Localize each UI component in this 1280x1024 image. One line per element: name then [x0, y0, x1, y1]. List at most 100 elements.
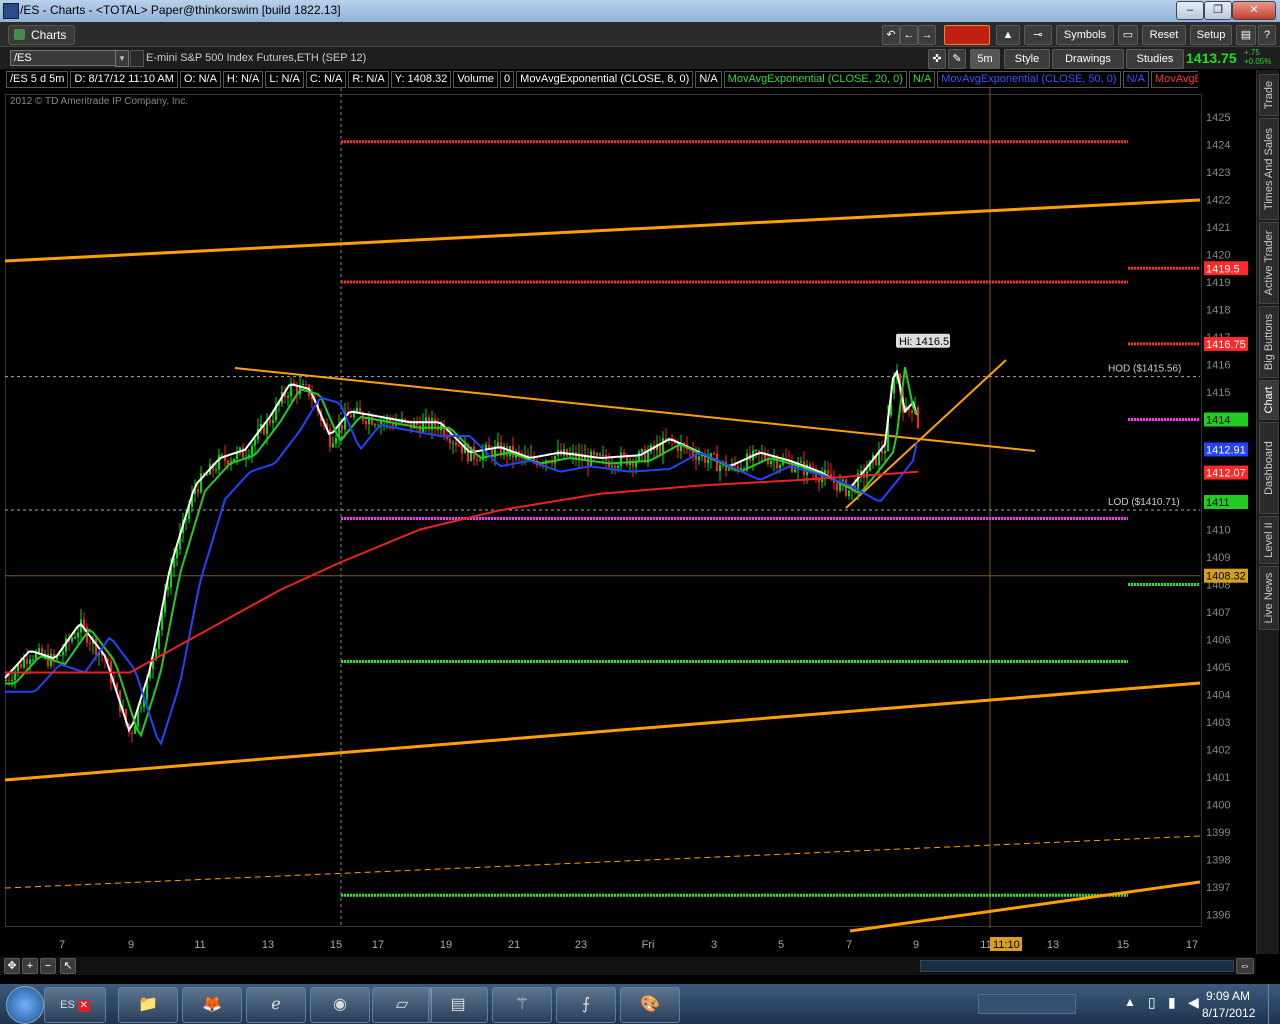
sticky-notes-icon[interactable]: ▱	[372, 987, 432, 1023]
zoom-in-icon[interactable]: +	[22, 958, 38, 974]
price-chart[interactable]: 1396139713981399140014011402140314041405…	[0, 88, 1256, 956]
sidebar-tab-big-buttons[interactable]: Big Buttons	[1259, 306, 1279, 378]
study-line-cell: MovAvgExponential	[1150, 71, 1198, 88]
candle-body	[638, 451, 640, 461]
document-app-icon[interactable]: ▤	[428, 987, 488, 1023]
thinkorswim-icon[interactable]: ⚚	[492, 987, 552, 1023]
candle-body	[617, 465, 619, 468]
symbol-dropdown-icon[interactable]: ▾	[115, 50, 129, 67]
sidebar-tab-level-ii[interactable]: Level II	[1259, 516, 1279, 564]
network-icon[interactable]: ▮	[1168, 994, 1176, 1011]
style-button[interactable]: Style	[1004, 49, 1050, 69]
sidebar-tab-active-trader[interactable]: Active Trader	[1259, 222, 1279, 304]
timeframe-button[interactable]: 5m	[970, 49, 1000, 69]
forward-icon[interactable]: →	[918, 25, 936, 45]
x-tick-label: 23	[575, 939, 587, 951]
clock-time: 9:09 AM	[1206, 989, 1251, 1003]
candle-body	[827, 470, 829, 474]
y-tick-label: 1423	[1206, 167, 1230, 179]
lod-label: LOD ($1410.71)	[1108, 497, 1180, 508]
firefox-icon[interactable]: 🦊	[182, 987, 242, 1023]
horizontal-scrollbar[interactable]	[920, 960, 1234, 972]
sidebar-tab-chart[interactable]: Chart	[1259, 380, 1279, 420]
sidebar-tab-live-news[interactable]: Live News	[1259, 566, 1279, 630]
study-line-cell: Y: 1408.32	[390, 71, 452, 88]
volume-icon[interactable]: ◀	[1188, 994, 1199, 1011]
start-button[interactable]	[6, 986, 44, 1024]
sidebar-tab-trade[interactable]: Trade	[1259, 74, 1279, 116]
y-tick-label: 1424	[1206, 140, 1230, 152]
symbol-lookup-icon[interactable]	[130, 50, 144, 67]
sidebar-tab-label: Chart	[1263, 386, 1275, 414]
symbols-button[interactable]: Symbols	[1056, 25, 1114, 45]
study-line-cell: /ES 5 d 5m	[6, 71, 69, 88]
undo-icon[interactable]: ↶	[882, 25, 900, 45]
candle-body	[506, 446, 508, 457]
tab-charts[interactable]: Charts	[8, 25, 76, 45]
y-tick-label: 1396	[1206, 910, 1230, 922]
close-button[interactable]: ✕	[1232, 1, 1276, 20]
internet-explorer-icon[interactable]: ℯ	[246, 987, 306, 1023]
price-label: 1419.5	[1206, 263, 1240, 275]
candle-body	[881, 450, 883, 454]
crosshair-icon[interactable]: ✜	[928, 49, 946, 69]
candle-body	[596, 453, 598, 456]
pdf-reader-icon[interactable]: ⨍	[556, 987, 616, 1023]
net-change: +.75	[1244, 48, 1260, 57]
symbol-input[interactable]: /ES	[10, 50, 122, 66]
candle-body	[305, 384, 307, 386]
reset-button[interactable]: Reset	[1142, 25, 1186, 45]
x-tick-label: 13	[1047, 939, 1059, 951]
show-desktop-button[interactable]	[1268, 984, 1280, 1024]
zoom-out-icon[interactable]: −	[40, 958, 56, 974]
sidebar-tab-dashboard[interactable]: Dashboard	[1259, 422, 1279, 514]
candle-body	[884, 450, 886, 454]
setup-button[interactable]: Setup	[1190, 25, 1232, 45]
candle-body	[167, 587, 169, 590]
x-tick-label: 3	[711, 939, 717, 951]
minimize-button[interactable]: –	[1176, 1, 1204, 20]
paint-icon[interactable]: 🎨	[620, 987, 680, 1023]
pointer-icon[interactable]: ↖	[60, 958, 76, 974]
expand-icon[interactable]: ⇔	[1236, 958, 1254, 974]
last-price: 1413.75	[1186, 50, 1237, 66]
drawings-button[interactable]: Drawings	[1052, 49, 1124, 69]
candle-body	[329, 429, 331, 447]
up-icon[interactable]: ▲	[996, 25, 1020, 45]
help-icon[interactable]: ?	[1258, 25, 1276, 45]
price-label: 1411	[1206, 497, 1230, 509]
maximize-button[interactable]: ❐	[1204, 1, 1232, 20]
sidebar-tab-label: Live News	[1263, 572, 1275, 624]
y-tick-label: 1407	[1206, 607, 1230, 619]
grid-layout-button[interactable]	[944, 25, 990, 45]
candle-body	[89, 642, 91, 644]
study-line-cell: MovAvgExponential (CLOSE, 50, 0)	[937, 71, 1121, 88]
chart-background	[0, 88, 1256, 956]
pencil-tool-icon[interactable]: ✎	[948, 49, 966, 69]
link-icon[interactable]: ⊸	[1024, 25, 1052, 45]
sidebar-tab-times-and-sales[interactable]: Times And Sales	[1259, 118, 1279, 220]
back-icon[interactable]: ←	[900, 25, 918, 45]
save-icon[interactable]: ▭	[1118, 25, 1138, 45]
study-line-cell: L: N/A	[265, 71, 304, 88]
x-tick-label: 7	[846, 939, 852, 951]
studies-button[interactable]: Studies	[1126, 49, 1184, 69]
y-tick-label: 1419	[1206, 277, 1230, 289]
pan-icon[interactable]: ✥	[4, 958, 20, 974]
layout-icon[interactable]: ▤	[1236, 25, 1256, 45]
y-tick-label: 1422	[1206, 195, 1230, 207]
tray-expand-icon[interactable]: ▲	[1124, 995, 1136, 1009]
candle-body	[20, 663, 22, 668]
candle-body	[269, 419, 271, 424]
y-tick-label: 1399	[1206, 827, 1230, 839]
x-tick-label: 9	[913, 939, 919, 951]
sidebar-tab-label: Trade	[1263, 80, 1275, 110]
chrome-icon[interactable]: ◉	[310, 987, 370, 1023]
candle-body	[479, 460, 481, 462]
y-tick-label: 1403	[1206, 717, 1230, 729]
explorer-icon[interactable]: 📁	[118, 987, 178, 1023]
taskbar-es-app[interactable]: ES ✕	[44, 987, 106, 1023]
candle-body	[95, 638, 97, 656]
candle-body	[365, 420, 367, 425]
battery-icon[interactable]: ▯	[1148, 994, 1156, 1011]
